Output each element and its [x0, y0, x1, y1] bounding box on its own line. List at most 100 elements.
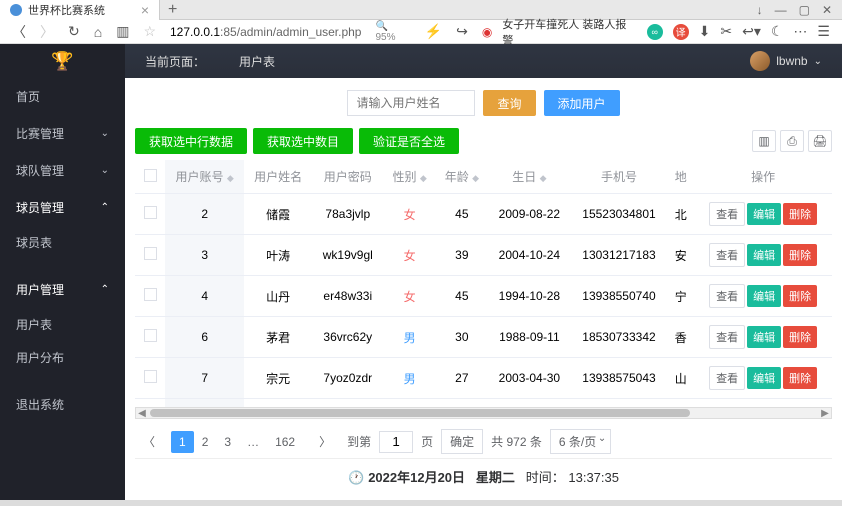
read-mode-icon[interactable]: ▥ — [116, 23, 129, 40]
view-button[interactable]: 查看 — [709, 325, 745, 349]
col-gender[interactable]: 性别 — [393, 170, 417, 184]
edit-button[interactable]: 编辑 — [747, 326, 781, 348]
user-menu[interactable]: lbwnb ⌄ — [750, 51, 822, 71]
sort-icon[interactable]: ◆ — [540, 173, 547, 183]
pager-prev[interactable]: 〈 — [135, 429, 163, 454]
logo[interactable]: 🏆 — [0, 44, 125, 78]
sidebar-item-home[interactable]: 首页 — [0, 78, 125, 115]
cell-birthday: 1994-10-28 — [488, 276, 571, 317]
pager-next[interactable]: 〉 — [311, 429, 339, 454]
export-icon[interactable]: ⎙ — [780, 130, 804, 152]
cell-addr: 宁 — [667, 276, 694, 317]
pager-page[interactable]: 1 — [171, 431, 194, 453]
sidebar-sub-player-table[interactable]: 球员表 — [0, 226, 125, 259]
view-button[interactable]: 查看 — [709, 284, 745, 308]
view-button[interactable]: 查看 — [709, 366, 745, 390]
history-icon[interactable]: ↩▾ — [742, 23, 761, 40]
delete-button[interactable]: 删除 — [783, 326, 817, 348]
scissors-icon[interactable]: ✂ — [720, 23, 732, 40]
col-birthday[interactable]: 生日 — [512, 170, 536, 184]
maximize-icon[interactable]: ▢ — [799, 3, 810, 17]
back-icon[interactable]: 〈 — [12, 22, 26, 42]
scroll-right-icon[interactable]: ▶ — [819, 408, 831, 419]
row-checkbox[interactable] — [144, 206, 157, 219]
sidebar-sub-user-dist[interactable]: 用户分布 — [0, 341, 125, 374]
translate-icon[interactable]: 译 — [673, 24, 689, 40]
address-bar[interactable]: 127.0.0.1:85/admin/admin_user.php — [170, 25, 361, 39]
tab-favicon — [10, 4, 22, 16]
sort-icon[interactable]: ◆ — [472, 173, 479, 183]
pager-page[interactable]: 162 — [267, 431, 303, 453]
row-checkbox[interactable] — [144, 329, 157, 342]
headline-text[interactable]: 女子开车撞死人 装路人报警 — [502, 16, 636, 48]
print-icon[interactable]: 🖨 — [808, 130, 832, 152]
verify-select-all-button[interactable]: 验证是否全选 — [359, 128, 459, 154]
flash-icon[interactable]: ⚡ — [425, 23, 442, 40]
sidebar-sub-user-table[interactable]: 用户表 — [0, 308, 125, 341]
home-icon[interactable]: ⌂ — [94, 24, 102, 40]
search-input[interactable] — [347, 90, 475, 116]
sidebar-item-team[interactable]: 球队管理⌄ — [0, 152, 125, 189]
col-account[interactable]: 用户账号 — [176, 170, 224, 184]
pager-page[interactable]: 2 — [194, 431, 217, 453]
cell-age: 28 — [436, 399, 488, 408]
sidebar-item-user[interactable]: 用户管理⌃ — [0, 271, 125, 308]
download2-icon[interactable]: ⬇ — [699, 23, 711, 40]
share-icon[interactable]: ↪ — [456, 23, 468, 40]
horizontal-scrollbar[interactable]: ◀ ▶ — [135, 407, 832, 419]
edit-button[interactable]: 编辑 — [747, 285, 781, 307]
sidebar-item-logout[interactable]: 退出系统 — [0, 386, 125, 423]
reload-icon[interactable]: ↻ — [68, 23, 80, 40]
delete-button[interactable]: 删除 — [783, 244, 817, 266]
close-tab-icon[interactable]: × — [141, 2, 149, 18]
browser-tab[interactable]: 世界杯比赛系统 × — [0, 0, 160, 20]
forward-icon[interactable]: 〉 — [40, 22, 54, 42]
news-icon[interactable]: ◉ — [482, 25, 492, 39]
new-tab-button[interactable]: + — [160, 1, 185, 19]
add-user-button[interactable]: 添加用户 — [544, 90, 620, 116]
scrollbar-thumb[interactable] — [150, 409, 690, 417]
sidebar-item-match[interactable]: 比赛管理⌄ — [0, 115, 125, 152]
row-checkbox[interactable] — [144, 288, 157, 301]
sort-icon[interactable]: ◆ — [227, 173, 234, 183]
row-checkbox[interactable] — [144, 370, 157, 383]
get-selected-data-button[interactable]: 获取选中行数据 — [135, 128, 247, 154]
close-window-icon[interactable]: ✕ — [822, 3, 832, 17]
zoom-level[interactable]: 🔍 95% — [375, 21, 410, 43]
minimize-icon[interactable]: — — [775, 3, 787, 17]
search-button[interactable]: 查询 — [483, 90, 535, 116]
clock-icon: 🕐 — [348, 470, 364, 485]
cell-password: 3kmbsf1s — [312, 399, 384, 408]
edit-button[interactable]: 编辑 — [747, 367, 781, 389]
more-icon[interactable]: ⋯ — [793, 23, 807, 40]
delete-button[interactable]: 删除 — [783, 367, 817, 389]
pager-page[interactable]: … — [239, 431, 267, 453]
goto-page-input[interactable] — [379, 431, 413, 453]
delete-button[interactable]: 删除 — [783, 285, 817, 307]
select-all-checkbox[interactable] — [144, 169, 157, 182]
page-size-select[interactable]: 6 条/页 ⌄ — [550, 429, 611, 454]
col-age[interactable]: 年龄 — [445, 170, 469, 184]
sort-icon[interactable]: ◆ — [420, 173, 427, 183]
download-icon[interactable]: ↓ — [757, 3, 763, 17]
delete-button[interactable]: 删除 — [783, 203, 817, 225]
view-button[interactable]: 查看 — [709, 202, 745, 226]
row-checkbox[interactable] — [144, 247, 157, 260]
edit-button[interactable]: 编辑 — [747, 244, 781, 266]
pager-page[interactable]: 3 — [216, 431, 239, 453]
ext-icon-1[interactable]: ∞ — [647, 24, 663, 40]
get-selected-count-button[interactable]: 获取选中数目 — [253, 128, 353, 154]
sidebar-item-player[interactable]: 球员管理⌃ — [0, 189, 125, 226]
url-path: /admin/admin_user.php — [237, 25, 362, 39]
star-icon[interactable]: ☆ — [143, 23, 156, 40]
cell-name: 储霞 — [244, 194, 312, 235]
moon-icon[interactable]: ☾ — [771, 23, 784, 40]
menu-icon[interactable]: ☰ — [817, 23, 830, 40]
avatar — [750, 51, 770, 71]
goto-confirm-button[interactable]: 确定 — [441, 429, 483, 454]
col-phone: 手机号 — [571, 160, 667, 194]
columns-icon[interactable]: ▥ — [752, 130, 776, 152]
view-button[interactable]: 查看 — [709, 243, 745, 267]
scroll-left-icon[interactable]: ◀ — [136, 408, 148, 419]
edit-button[interactable]: 编辑 — [747, 203, 781, 225]
